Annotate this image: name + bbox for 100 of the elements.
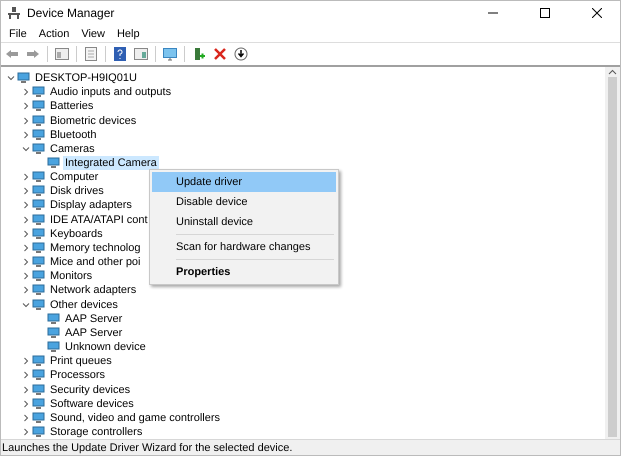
device-icon [32, 298, 45, 311]
tree-item[interactable]: Cameras [48, 142, 97, 156]
chevron-right-icon[interactable] [22, 230, 30, 238]
device-icon [32, 142, 45, 155]
device-icon [47, 312, 60, 325]
remove-icon[interactable] [214, 48, 226, 60]
menu-item[interactable]: Action [32, 28, 76, 40]
tree-item[interactable]: Disk drives [48, 184, 106, 198]
tree-item[interactable]: Sound, video and game controllers [48, 410, 222, 425]
device-icon [32, 284, 45, 296]
chevron-right-icon[interactable] [22, 272, 30, 280]
chevron-right-icon[interactable] [22, 414, 30, 422]
panel-icon[interactable] [55, 48, 69, 60]
back-arrow-icon[interactable] [5, 49, 19, 59]
tree-item[interactable]: Biometric devices [48, 114, 138, 128]
menu-item[interactable]: Help [110, 28, 146, 40]
menu-option[interactable]: Scan for hardware changes [152, 237, 336, 257]
chevron-right-icon[interactable] [22, 173, 30, 182]
tree-item[interactable]: Keyboards [48, 226, 105, 241]
help-icon[interactable] [114, 47, 126, 61]
device-icon [32, 256, 45, 268]
tree-item[interactable]: DESKTOP-H9IQ01U [33, 71, 139, 86]
chevron-right-icon[interactable] [22, 286, 30, 294]
status-text: Launches the Update Driver Wizard for the selected device. [1, 439, 620, 455]
tree-item[interactable]: AAP Server [63, 312, 124, 326]
add-device-icon[interactable] [193, 47, 205, 61]
tree-item[interactable]: AAP Server [63, 326, 124, 340]
chevron-down-icon[interactable] [22, 144, 30, 153]
chevron-right-icon[interactable] [22, 102, 30, 110]
tree-item[interactable]: Unknown device [63, 340, 148, 354]
chevron-right-icon[interactable] [22, 428, 30, 436]
close-icon[interactable] [592, 8, 602, 18]
tree-item[interactable]: Software devices [48, 396, 136, 411]
tree-item[interactable]: Bluetooth [48, 128, 98, 142]
chevron-down-icon[interactable] [22, 300, 30, 309]
monitor-icon[interactable] [163, 48, 177, 60]
device-icon [32, 355, 45, 368]
chevron-down-icon[interactable] [7, 74, 15, 82]
device-icon [32, 384, 45, 396]
device-icon [32, 171, 45, 184]
tree-item[interactable]: Audio inputs and outputs [48, 85, 174, 100]
document-icon[interactable] [85, 47, 97, 61]
device-icon [32, 228, 45, 240]
device-icon [32, 199, 45, 212]
tree-item[interactable]: Security devices [48, 382, 132, 397]
device-icon [32, 100, 45, 112]
tree-item[interactable]: Batteries [48, 99, 96, 114]
tree-item[interactable]: Processors [48, 368, 108, 382]
chevron-right-icon[interactable] [22, 400, 30, 408]
chevron-right-icon[interactable] [22, 201, 30, 210]
tree-item[interactable]: Storage controllers [48, 424, 144, 439]
device-icon [32, 214, 45, 226]
tree-item[interactable]: Display adapters [48, 198, 134, 212]
maximize-icon[interactable] [540, 8, 550, 18]
scroll-up-icon[interactable] [608, 69, 617, 75]
menu-item[interactable]: File [3, 28, 33, 40]
tree-item[interactable]: IDE ATA/ATAPI cont [48, 212, 150, 227]
download-icon[interactable] [234, 47, 248, 61]
device-icon [32, 270, 45, 282]
chevron-right-icon[interactable] [22, 216, 30, 224]
chevron-right-icon[interactable] [22, 357, 30, 366]
forward-arrow-icon[interactable] [26, 49, 40, 59]
device-icon [32, 242, 45, 254]
chevron-right-icon[interactable] [22, 88, 30, 96]
menu-option[interactable]: Uninstall device [152, 212, 336, 232]
device-icon [32, 128, 45, 141]
chevron-right-icon[interactable] [22, 187, 30, 196]
device-icon [32, 426, 45, 438]
tree-item[interactable]: Other devices [48, 298, 120, 312]
device-icon [32, 86, 45, 98]
chevron-right-icon[interactable] [22, 130, 30, 139]
device-icon [47, 326, 60, 339]
device-icon [32, 114, 45, 127]
chevron-right-icon[interactable] [22, 371, 30, 380]
scrollbar[interactable] [605, 67, 620, 439]
chevron-right-icon[interactable] [22, 258, 30, 266]
chevron-right-icon[interactable] [22, 386, 30, 394]
device-icon [47, 341, 60, 354]
tree-item[interactable]: Monitors [48, 269, 94, 284]
device-icon [17, 72, 30, 84]
tree-item[interactable]: Network adapters [48, 283, 138, 298]
device-icon [32, 185, 45, 198]
menu-option[interactable]: Disable device [152, 192, 336, 212]
chevron-right-icon[interactable] [22, 116, 30, 125]
tree-item[interactable]: Print queues [48, 354, 114, 368]
panel-icon[interactable] [134, 48, 148, 60]
tree-item[interactable]: Memory technolog [48, 240, 142, 255]
tree-item[interactable]: Computer [48, 170, 100, 184]
tree-item[interactable]: Integrated Camera [63, 156, 159, 170]
menu-option[interactable]: Properties [152, 262, 336, 282]
app-icon [7, 6, 21, 20]
device-icon [32, 398, 45, 410]
menu-option[interactable]: Update driver [152, 172, 336, 192]
tree-item[interactable]: Mice and other poi [48, 255, 142, 270]
device-icon [32, 369, 45, 382]
menu-item[interactable]: View [75, 28, 111, 40]
chevron-right-icon[interactable] [22, 244, 30, 252]
device-icon [47, 157, 60, 170]
window-title: Device Manager [27, 6, 116, 20]
device-icon [32, 412, 45, 424]
